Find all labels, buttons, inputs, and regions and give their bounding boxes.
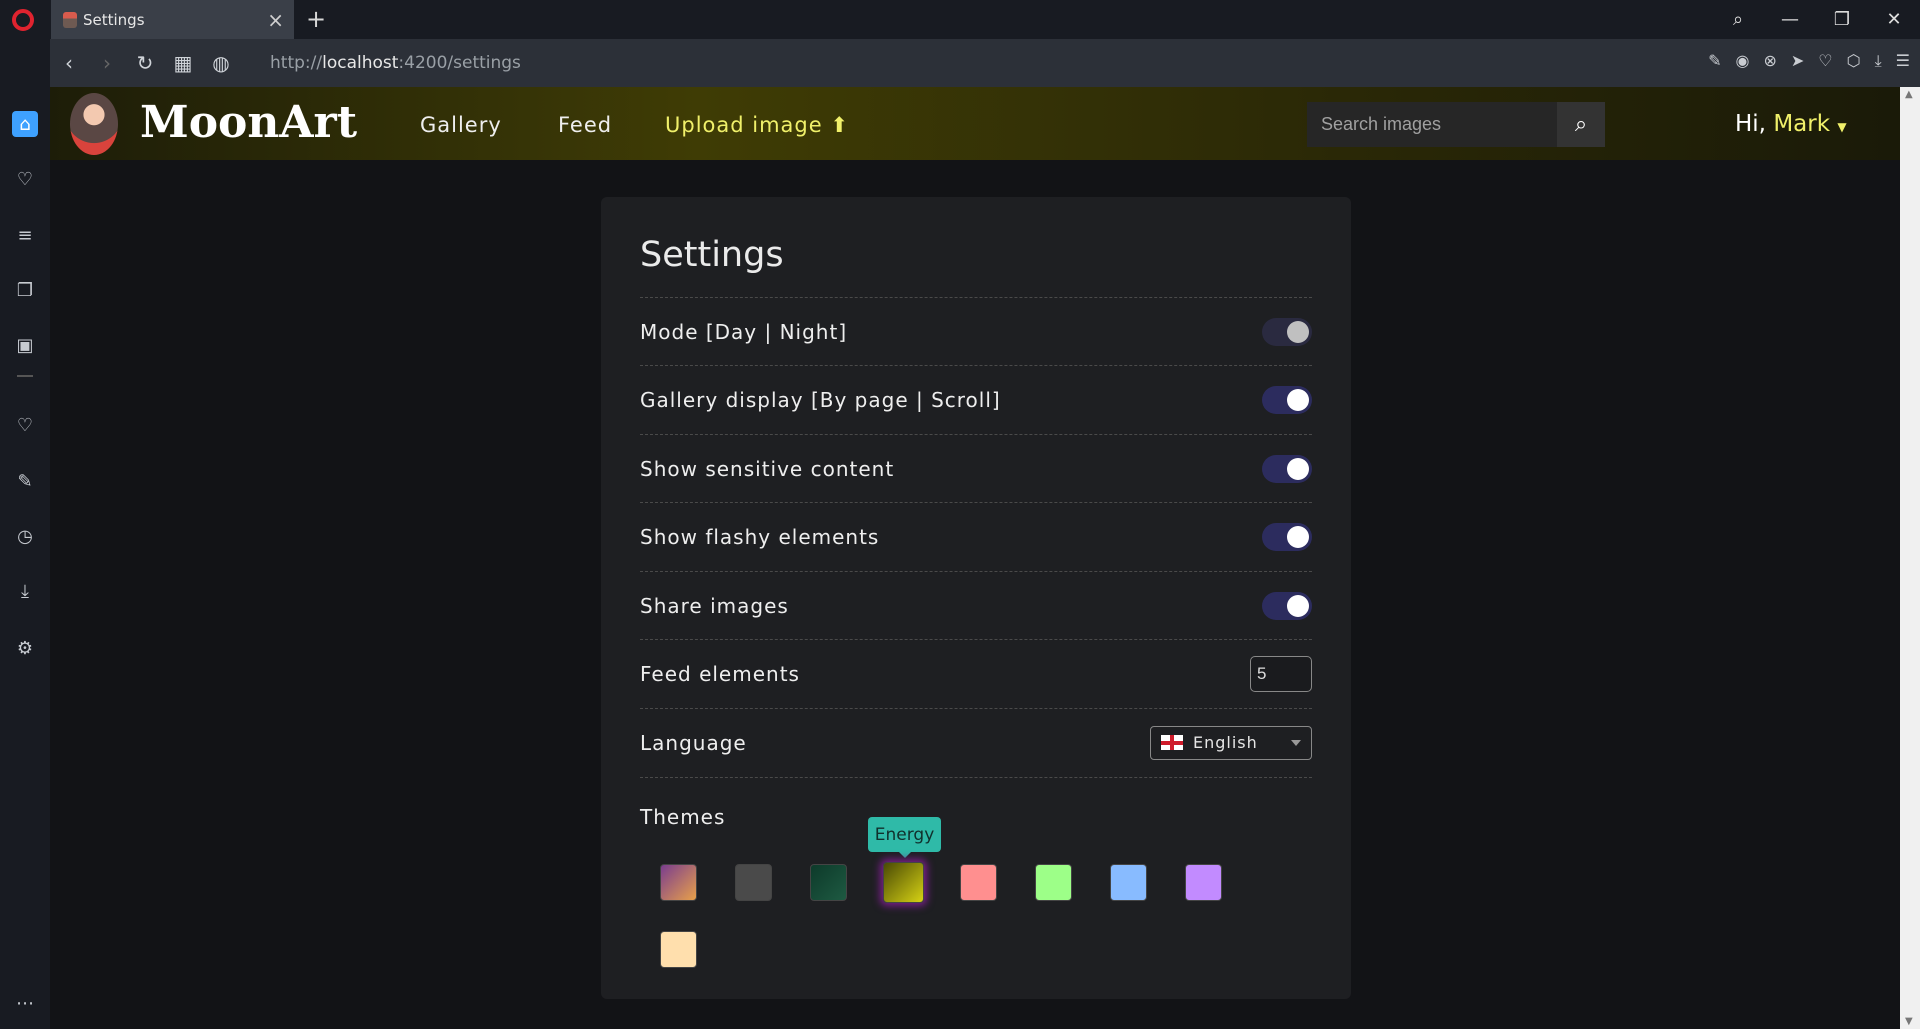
language-select[interactable]: English — [1150, 725, 1312, 760]
theme-tooltip: Energy — [868, 817, 941, 858]
brand-logo[interactable]: MoonArt — [140, 97, 357, 148]
restore-icon[interactable]: ❐ — [1816, 0, 1868, 39]
theme-swatch[interactable] — [810, 864, 847, 901]
favicon-icon — [63, 11, 77, 28]
setting-row-share: Share images — [640, 571, 1312, 639]
address-bar: ‹ › ↻ ▦ ◍ http://localhost:4200/settings… — [50, 39, 1920, 87]
theme-swatch[interactable] — [660, 864, 697, 901]
snapshot-edit-icon[interactable]: ✎ — [1708, 51, 1721, 71]
scroll-up-icon[interactable]: ▲ — [1905, 89, 1913, 100]
pin-board-icon[interactable]: ✎ — [12, 468, 38, 494]
heart-icon[interactable]: ♡ — [1818, 51, 1832, 71]
setting-row-language: Language English — [640, 708, 1312, 776]
theme-swatch[interactable] — [960, 864, 997, 901]
page-scrollbar[interactable]: ▲ ▼ — [1900, 87, 1920, 1029]
logo-avatar-icon[interactable] — [70, 93, 118, 155]
easy-setup-icon[interactable]: ☰ — [1896, 51, 1910, 71]
theme-swatch[interactable] — [1110, 864, 1147, 901]
forward-icon[interactable]: › — [88, 51, 126, 75]
gallery-display-toggle[interactable] — [1262, 385, 1312, 414]
adblock-icon[interactable]: ⊗ — [1763, 51, 1776, 71]
setting-label: Gallery display [By page | Scroll] — [640, 387, 1001, 412]
greeting: Hi, — [1735, 111, 1766, 137]
share-images-toggle[interactable] — [1262, 591, 1312, 620]
search-icon[interactable]: ⌕ — [1557, 102, 1605, 147]
new-tab-button[interactable]: + — [306, 5, 326, 33]
camera-icon[interactable]: ◉ — [1735, 51, 1749, 71]
setting-label: Mode [Day | Night] — [640, 319, 848, 344]
bag-icon[interactable]: ▣ — [12, 332, 38, 358]
tabs-grid-icon[interactable]: ▦ — [164, 51, 202, 75]
setting-label: Show sensitive content — [640, 456, 895, 481]
feed-elements-input[interactable] — [1250, 655, 1312, 692]
browser-tab[interactable]: Settings × — [51, 0, 294, 39]
theme-swatch[interactable] — [735, 864, 772, 901]
site-info-icon[interactable]: ◍ — [202, 51, 240, 75]
theme-swatch[interactable] — [1035, 864, 1072, 901]
language-value: English — [1193, 733, 1258, 752]
theme-swatch[interactable] — [660, 931, 697, 968]
flashy-elements-toggle[interactable] — [1262, 522, 1312, 551]
user-menu[interactable]: Hi, Mark ▼ — [1735, 111, 1847, 137]
setting-row-sensitive: Show sensitive content — [640, 434, 1312, 502]
favorites-heart-icon[interactable]: ♡ — [12, 412, 38, 438]
minimize-icon[interactable]: — — [1764, 0, 1816, 39]
setting-row-mode: Mode [Day | Night] — [640, 297, 1312, 365]
themes-label: Themes — [640, 805, 726, 829]
reload-icon[interactable]: ↻ — [126, 51, 164, 75]
browser-tab-bar: Settings × + ⌕ — ❐ ✕ — [0, 0, 1920, 39]
caret-down-icon: ▼ — [1837, 120, 1847, 134]
scroll-down-icon[interactable]: ▼ — [1905, 1016, 1913, 1027]
book-icon[interactable]: ❐ — [12, 277, 38, 303]
cube-icon[interactable]: ⬡ — [1847, 51, 1861, 71]
window-close-icon[interactable]: ✕ — [1868, 0, 1920, 39]
setting-row-feed-elements: Feed elements — [640, 639, 1312, 707]
download-icon[interactable]: ⤓ — [1875, 51, 1882, 71]
back-icon[interactable]: ‹ — [50, 51, 88, 75]
setting-label: Share images — [640, 593, 789, 618]
caret-down-icon — [1291, 739, 1301, 746]
app-header: MoonArt Gallery Feed Upload image ⬆ ⌕ Hi… — [50, 87, 1900, 160]
theme-swatch[interactable] — [883, 862, 924, 903]
setting-row-gallery-display: Gallery display [By page | Scroll] — [640, 365, 1312, 433]
mode-toggle[interactable] — [1262, 317, 1312, 346]
setting-row-flashy: Show flashy elements — [640, 502, 1312, 570]
england-flag-icon — [1161, 735, 1183, 750]
divider — [17, 375, 33, 377]
sensitive-content-toggle[interactable] — [1262, 454, 1312, 483]
nav-feed[interactable]: Feed — [558, 113, 612, 137]
browser-sidebar: ⌂ ♡ ≡ ❐ ▣ ♡ ✎ ◷ ⤓ ⚙ ⋯ — [0, 39, 50, 1029]
pulse-heart-icon[interactable]: ♡ — [12, 166, 38, 192]
search-tabs-icon[interactable]: ⌕ — [1712, 0, 1764, 39]
sidebar-download-icon[interactable]: ⤓ — [12, 578, 38, 604]
tab-title: Settings — [83, 10, 145, 29]
upload-label: Upload image — [665, 113, 823, 137]
setting-label: Language — [640, 730, 747, 755]
url-field[interactable]: http://localhost:4200/settings — [270, 53, 521, 73]
settings-card: Settings Mode [Day | Night] Gallery disp… — [601, 197, 1351, 999]
upload-icon: ⬆ — [830, 113, 849, 137]
nav-upload-image[interactable]: Upload image ⬆ — [665, 113, 849, 137]
search-box: ⌕ — [1307, 102, 1605, 147]
list-icon[interactable]: ≡ — [12, 222, 38, 248]
more-icon[interactable]: ⋯ — [12, 990, 38, 1016]
send-icon[interactable]: ➤ — [1791, 51, 1804, 71]
opera-logo-icon[interactable] — [12, 9, 34, 31]
setting-label: Show flashy elements — [640, 524, 880, 549]
divider — [640, 777, 1312, 778]
close-tab-icon[interactable]: × — [267, 8, 284, 32]
user-name: Mark — [1773, 111, 1831, 137]
history-clock-icon[interactable]: ◷ — [12, 523, 38, 549]
setting-label: Feed elements — [640, 661, 800, 686]
theme-swatch[interactable] — [1185, 864, 1222, 901]
nav-gallery[interactable]: Gallery — [420, 113, 502, 137]
home-icon[interactable]: ⌂ — [12, 111, 38, 137]
settings-gear-icon[interactable]: ⚙ — [12, 635, 38, 661]
page-title: Settings — [640, 235, 784, 275]
search-input[interactable] — [1307, 102, 1557, 147]
